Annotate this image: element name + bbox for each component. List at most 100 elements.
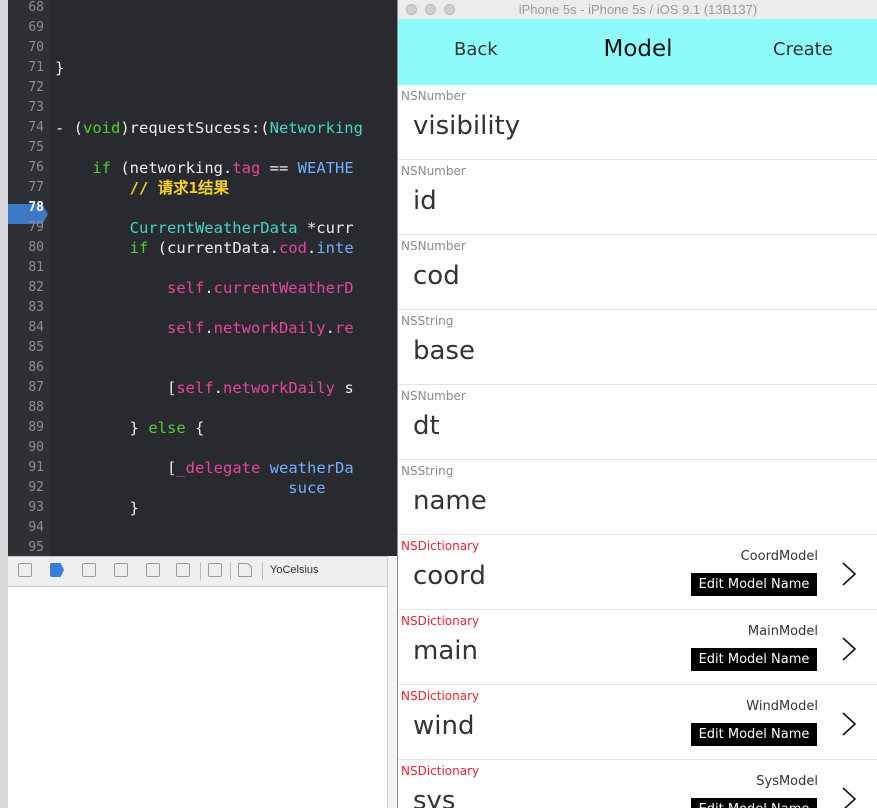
code-line[interactable]: 70 bbox=[8, 38, 397, 58]
table-row[interactable]: NSDictionary sys SysModel Edit Model Name bbox=[398, 760, 877, 808]
debug-console[interactable] bbox=[8, 587, 387, 808]
location-arrow-icon[interactable] bbox=[238, 563, 252, 577]
code-token: . bbox=[325, 319, 335, 337]
step-out-button[interactable] bbox=[176, 563, 190, 577]
table-row[interactable]: NSString base bbox=[398, 310, 877, 385]
line-number: 90 bbox=[28, 440, 44, 455]
code-line[interactable]: 92 suce bbox=[8, 478, 397, 498]
code-text: if (networking.tag == WEATHE bbox=[55, 158, 354, 178]
simulator-window: iPhone 5s - iPhone 5s / iOS 9.1 (13B137)… bbox=[397, 0, 877, 808]
simulator-title-bar[interactable]: iPhone 5s - iPhone 5s / iOS 9.1 (13B137) bbox=[398, 0, 877, 20]
line-number: 73 bbox=[28, 100, 44, 115]
code-line[interactable]: 80 if (currentData.cod.inte bbox=[8, 238, 397, 258]
code-line[interactable]: 79 CurrentWeatherData *curr bbox=[8, 218, 397, 238]
code-line[interactable]: 71} bbox=[8, 58, 397, 78]
edit-model-name-button[interactable]: Edit Model Name bbox=[691, 573, 817, 596]
chevron-right-icon[interactable] bbox=[840, 786, 858, 808]
code-line[interactable]: 83 bbox=[8, 298, 397, 318]
breakpoints-toggle-button[interactable] bbox=[50, 563, 64, 577]
code-text: self.currentWeatherD bbox=[55, 278, 354, 298]
pause-button[interactable] bbox=[82, 563, 96, 577]
debug-target-label[interactable]: YoCelsius bbox=[270, 564, 319, 576]
chevron-right-icon[interactable] bbox=[840, 561, 858, 587]
code-line[interactable]: 93 } bbox=[8, 498, 397, 518]
code-token: self bbox=[166, 279, 205, 297]
code-line[interactable]: 78 bbox=[8, 198, 397, 218]
table-row[interactable]: NSString name bbox=[398, 460, 877, 535]
code-line[interactable]: 87 [self.networkDaily s bbox=[8, 378, 397, 398]
code-line[interactable]: 84 self.networkDaily.re bbox=[8, 318, 397, 338]
model-property-table[interactable]: NSNumber visibility NSNumber id NSNumber cod N… bbox=[398, 85, 877, 808]
table-row[interactable]: NSDictionary main MainModel Edit Model Name bbox=[398, 610, 877, 685]
hide-debug-area-button[interactable] bbox=[18, 563, 32, 577]
code-line[interactable]: 88 bbox=[8, 398, 397, 418]
table-row[interactable]: NSNumber visibility bbox=[398, 85, 877, 160]
line-number: 79 bbox=[28, 220, 44, 235]
debug-bar: YoCelsius bbox=[8, 556, 387, 587]
property-key-label: base bbox=[413, 336, 475, 366]
line-number: 80 bbox=[28, 240, 44, 255]
edit-model-name-button[interactable]: Edit Model Name bbox=[691, 648, 817, 671]
code-line[interactable]: 74 - (void)requestSucess:(Networking bbox=[8, 118, 397, 138]
property-type-label: NSDictionary bbox=[401, 614, 480, 628]
step-over-button[interactable] bbox=[114, 563, 128, 577]
line-number: 70 bbox=[28, 40, 44, 55]
code-line[interactable]: 76 if (networking.tag == WEATHE bbox=[8, 158, 397, 178]
code-line[interactable]: 81 bbox=[8, 258, 397, 278]
code-line[interactable]: 75 bbox=[8, 138, 397, 158]
code-token: suce bbox=[288, 479, 326, 497]
table-row[interactable]: NSNumber id bbox=[398, 160, 877, 235]
code-text: } bbox=[55, 58, 64, 78]
code-token: . bbox=[306, 239, 317, 257]
line-number: 77 bbox=[28, 180, 44, 195]
code-line[interactable]: 69 bbox=[8, 18, 397, 38]
code-token: )requestSucess:( bbox=[120, 119, 270, 137]
table-row[interactable]: NSDictionary wind WindModel Edit Model Name bbox=[398, 685, 877, 760]
code-token: } bbox=[55, 419, 149, 437]
code-line[interactable]: 73 bbox=[8, 98, 397, 118]
step-into-button[interactable] bbox=[146, 563, 160, 577]
property-type-label: NSNumber bbox=[401, 89, 466, 103]
code-editor[interactable]: 68 69 70 71} 72 73 74 - (void)requestSucess:(Ne… bbox=[8, 0, 397, 556]
code-text: } else { bbox=[55, 418, 205, 438]
code-line[interactable]: 89 } else { bbox=[8, 418, 397, 438]
code-line[interactable]: 85 bbox=[8, 338, 397, 358]
chevron-right-icon[interactable] bbox=[840, 711, 858, 737]
code-line[interactable]: 86 bbox=[8, 358, 397, 378]
code-line[interactable]: 72 bbox=[8, 78, 397, 98]
edit-model-name-button[interactable]: Edit Model Name bbox=[691, 798, 817, 808]
chevron-right-icon[interactable] bbox=[840, 636, 858, 662]
table-row[interactable]: NSDictionary coord CoordModel Edit Model Na… bbox=[398, 535, 877, 610]
code-token: s bbox=[334, 379, 354, 397]
create-button[interactable]: Create bbox=[773, 39, 833, 60]
code-token: inte bbox=[316, 239, 354, 257]
code-token: [ bbox=[55, 379, 177, 397]
code-line[interactable]: 91 [_delegate weatherDa bbox=[8, 458, 397, 478]
line-number: 83 bbox=[28, 300, 44, 315]
table-row[interactable]: NSNumber cod bbox=[398, 235, 877, 310]
code-line[interactable]: 94 bbox=[8, 518, 397, 538]
code-line[interactable]: 68 bbox=[8, 0, 397, 18]
code-line[interactable]: 82 self.currentWeatherD bbox=[8, 278, 397, 298]
property-key-label: cod bbox=[413, 261, 460, 291]
code-line[interactable]: 77 // 请求1结果 bbox=[8, 178, 397, 198]
table-row[interactable]: NSNumber dt bbox=[398, 385, 877, 460]
simulator-window-title: iPhone 5s - iPhone 5s / iOS 9.1 (13B137) bbox=[518, 2, 758, 17]
code-token: self bbox=[166, 319, 205, 337]
code-line[interactable]: 90 bbox=[8, 438, 397, 458]
view-hierarchy-button[interactable] bbox=[208, 563, 222, 577]
code-token: networkDaily bbox=[213, 319, 326, 337]
edit-model-name-button[interactable]: Edit Model Name bbox=[691, 723, 817, 746]
code-token: . bbox=[204, 279, 214, 297]
toolbar-divider bbox=[200, 562, 201, 580]
code-line[interactable]: 95 bbox=[8, 538, 397, 556]
property-type-label: NSDictionary bbox=[401, 764, 480, 778]
line-number: 95 bbox=[28, 540, 44, 555]
code-token: networkDaily bbox=[223, 379, 335, 397]
code-token: - ( bbox=[55, 119, 83, 137]
code-token: if bbox=[92, 159, 111, 177]
code-token: WEATHE bbox=[297, 159, 354, 177]
code-token: . bbox=[213, 379, 223, 397]
